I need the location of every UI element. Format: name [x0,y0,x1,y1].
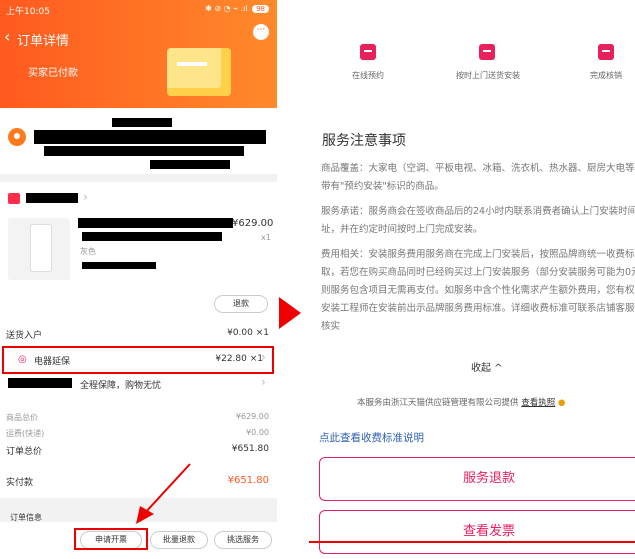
order-detail-screen: 上午10:05 ✱ ⊘ ◔ ⌁ .ıl 98 ‹ 订单详情 ··· 买家已付款 … [0,0,277,559]
chevron-right-icon[interactable]: › [261,375,266,389]
goods-total-label: 商品总价 [6,413,38,422]
shipping-label: 运费(快递) [6,429,45,438]
chevron-right-icon[interactable]: › [83,190,88,204]
icon-label-install: 按时上门送货安装 [456,71,520,80]
redacted-block [44,146,244,156]
promise-paragraph: 服务承诺：服务商会在签收商品后的24小时内联系消费者确认上门安装时间及地址，并在… [321,206,635,235]
icon-label-complete: 完成核销 [590,71,622,80]
status-bar-time: 上午10:05 [6,7,50,17]
calendar-icon [360,44,376,60]
redacted-block [112,118,172,127]
redacted-block [82,232,222,241]
item-spec: 灰色 [80,247,96,256]
fridge-icon [30,224,52,272]
redacted-block [26,193,78,203]
annotation-underline [309,541,635,543]
product-image[interactable] [8,218,70,280]
shop-icon [8,193,20,204]
pick-service-button[interactable]: 挑选服务 [214,531,272,549]
redacted-block [78,218,233,228]
transition-arrow [279,297,301,329]
provider-text: 本服务由浙江天猫供应链管理有限公司提供 查看执照 ● [357,396,565,408]
annotation-box [74,528,148,550]
shipping: ¥0.00 [246,428,269,437]
goods-total: ¥629.00 [235,412,269,421]
annotation-box [2,346,274,374]
fee-paragraph: 费用相关：安装服务费用服务商在完成上门安装后，按照品牌商统一收费标准收取，若您在… [321,249,635,332]
provider-name: 本服务由浙江天猫供应链管理有限公司提供 [357,398,519,408]
order-header: 上午10:05 ✱ ⊘ ◔ ⌁ .ıl 98 ‹ 订单详情 ··· 买家已付款 [0,0,277,108]
redacted-block [8,378,72,388]
item-price: ¥629.00 [232,218,274,229]
badge-icon: ● [557,398,566,408]
license-link[interactable]: 查看执照 [521,398,555,408]
service-detail-screen: 在线预约 按时上门送货安装 完成核销 服务注意事项 商品覆盖：大家电（空调、平板… [309,0,635,559]
more-menu-icon[interactable]: ··· [253,24,269,40]
item-refund-button[interactable]: 退款 [214,295,268,313]
delivery-label: 送货入户 [6,331,43,341]
order-total-label: 订单总价 [6,447,43,457]
status-bar-icons: ✱ ⊘ ◔ ⌁ .ıl 98 [205,4,269,13]
section-title: 服务注意事项 [322,133,406,149]
icon-label-appointment: 在线预约 [352,71,384,80]
address-card[interactable] [0,108,277,174]
order-total: ¥651.80 [231,444,269,454]
page-title: 订单详情 [17,34,70,49]
collapse-toggle[interactable]: 收起 ^ [471,359,503,374]
order-status: 买家已付款 [28,68,78,79]
paid-label: 实付款 [6,478,34,488]
redacted-block [82,262,156,269]
annotation-arrow [136,463,191,524]
back-icon[interactable]: ‹ [4,27,10,46]
location-pin-icon [8,128,26,146]
view-invoice-button[interactable]: 查看发票 [319,510,635,554]
delivery-value: ¥0.00 ×1 [227,328,269,338]
door-icon [479,44,495,60]
battery-indicator: 98 [252,5,269,13]
fee-standard-link[interactable]: 点此查看收费标准说明 [319,430,424,445]
redacted-block [150,160,230,169]
service-refund-button[interactable]: 服务退款 [319,457,635,501]
check-icon [598,44,614,60]
goods-card: › ¥629.00 x1 灰色 退款 送货入户 ¥0.00 ×1 电器延保 ¥2… [0,182,277,498]
paid-amount: ¥651.80 [227,475,269,486]
package-illustration [167,48,231,96]
redacted-block [34,130,266,144]
item-qty: x1 [261,233,271,242]
batch-refund-button[interactable]: 批量退款 [150,531,208,549]
coverage-paragraph: 商品覆盖：大家电（空调、平板电视、冰箱、洗衣机、热水器、厨房大电等）下带有"预约… [321,163,635,192]
protection-text: 全程保障，购物无忧 [80,381,162,391]
